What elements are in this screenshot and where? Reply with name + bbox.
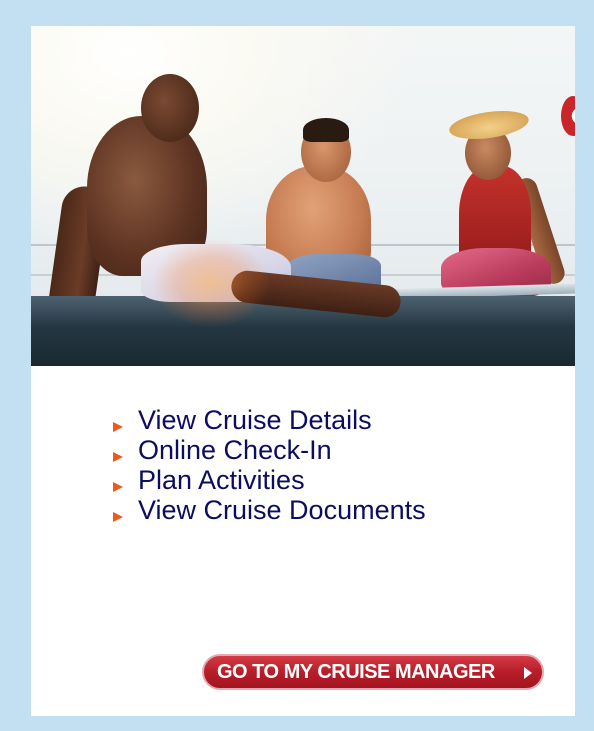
sun-hat xyxy=(447,106,531,144)
bullet-icon xyxy=(113,482,123,492)
link-label[interactable]: View Cruise Documents xyxy=(138,495,426,525)
person-left-head xyxy=(141,74,199,142)
link-label[interactable]: Online Check-In xyxy=(138,435,332,465)
cta-label: GO TO MY CRUISE MANAGER xyxy=(217,661,495,683)
link-plan-activities[interactable]: Plan Activities xyxy=(111,465,426,495)
lifebuoy-icon xyxy=(561,96,575,136)
link-view-cruise-documents[interactable]: View Cruise Documents xyxy=(111,495,426,525)
link-label[interactable]: Plan Activities xyxy=(138,465,305,495)
link-online-check-in[interactable]: Online Check-In xyxy=(111,435,426,465)
bullet-icon xyxy=(113,422,123,432)
link-view-cruise-details[interactable]: View Cruise Details xyxy=(111,405,426,435)
bullet-icon xyxy=(113,512,123,522)
promo-panel: View Cruise Details Online Check-In Plan… xyxy=(31,26,575,716)
cruise-links-list: View Cruise Details Online Check-In Plan… xyxy=(111,405,426,525)
hero-photo xyxy=(31,26,575,366)
person-middle-hair xyxy=(303,118,349,142)
chevron-right-icon xyxy=(524,667,532,679)
link-label[interactable]: View Cruise Details xyxy=(138,405,372,435)
go-to-cruise-manager-button[interactable]: GO TO MY CRUISE MANAGER xyxy=(202,654,544,690)
lens-flare xyxy=(151,238,271,328)
bullet-icon xyxy=(113,452,123,462)
